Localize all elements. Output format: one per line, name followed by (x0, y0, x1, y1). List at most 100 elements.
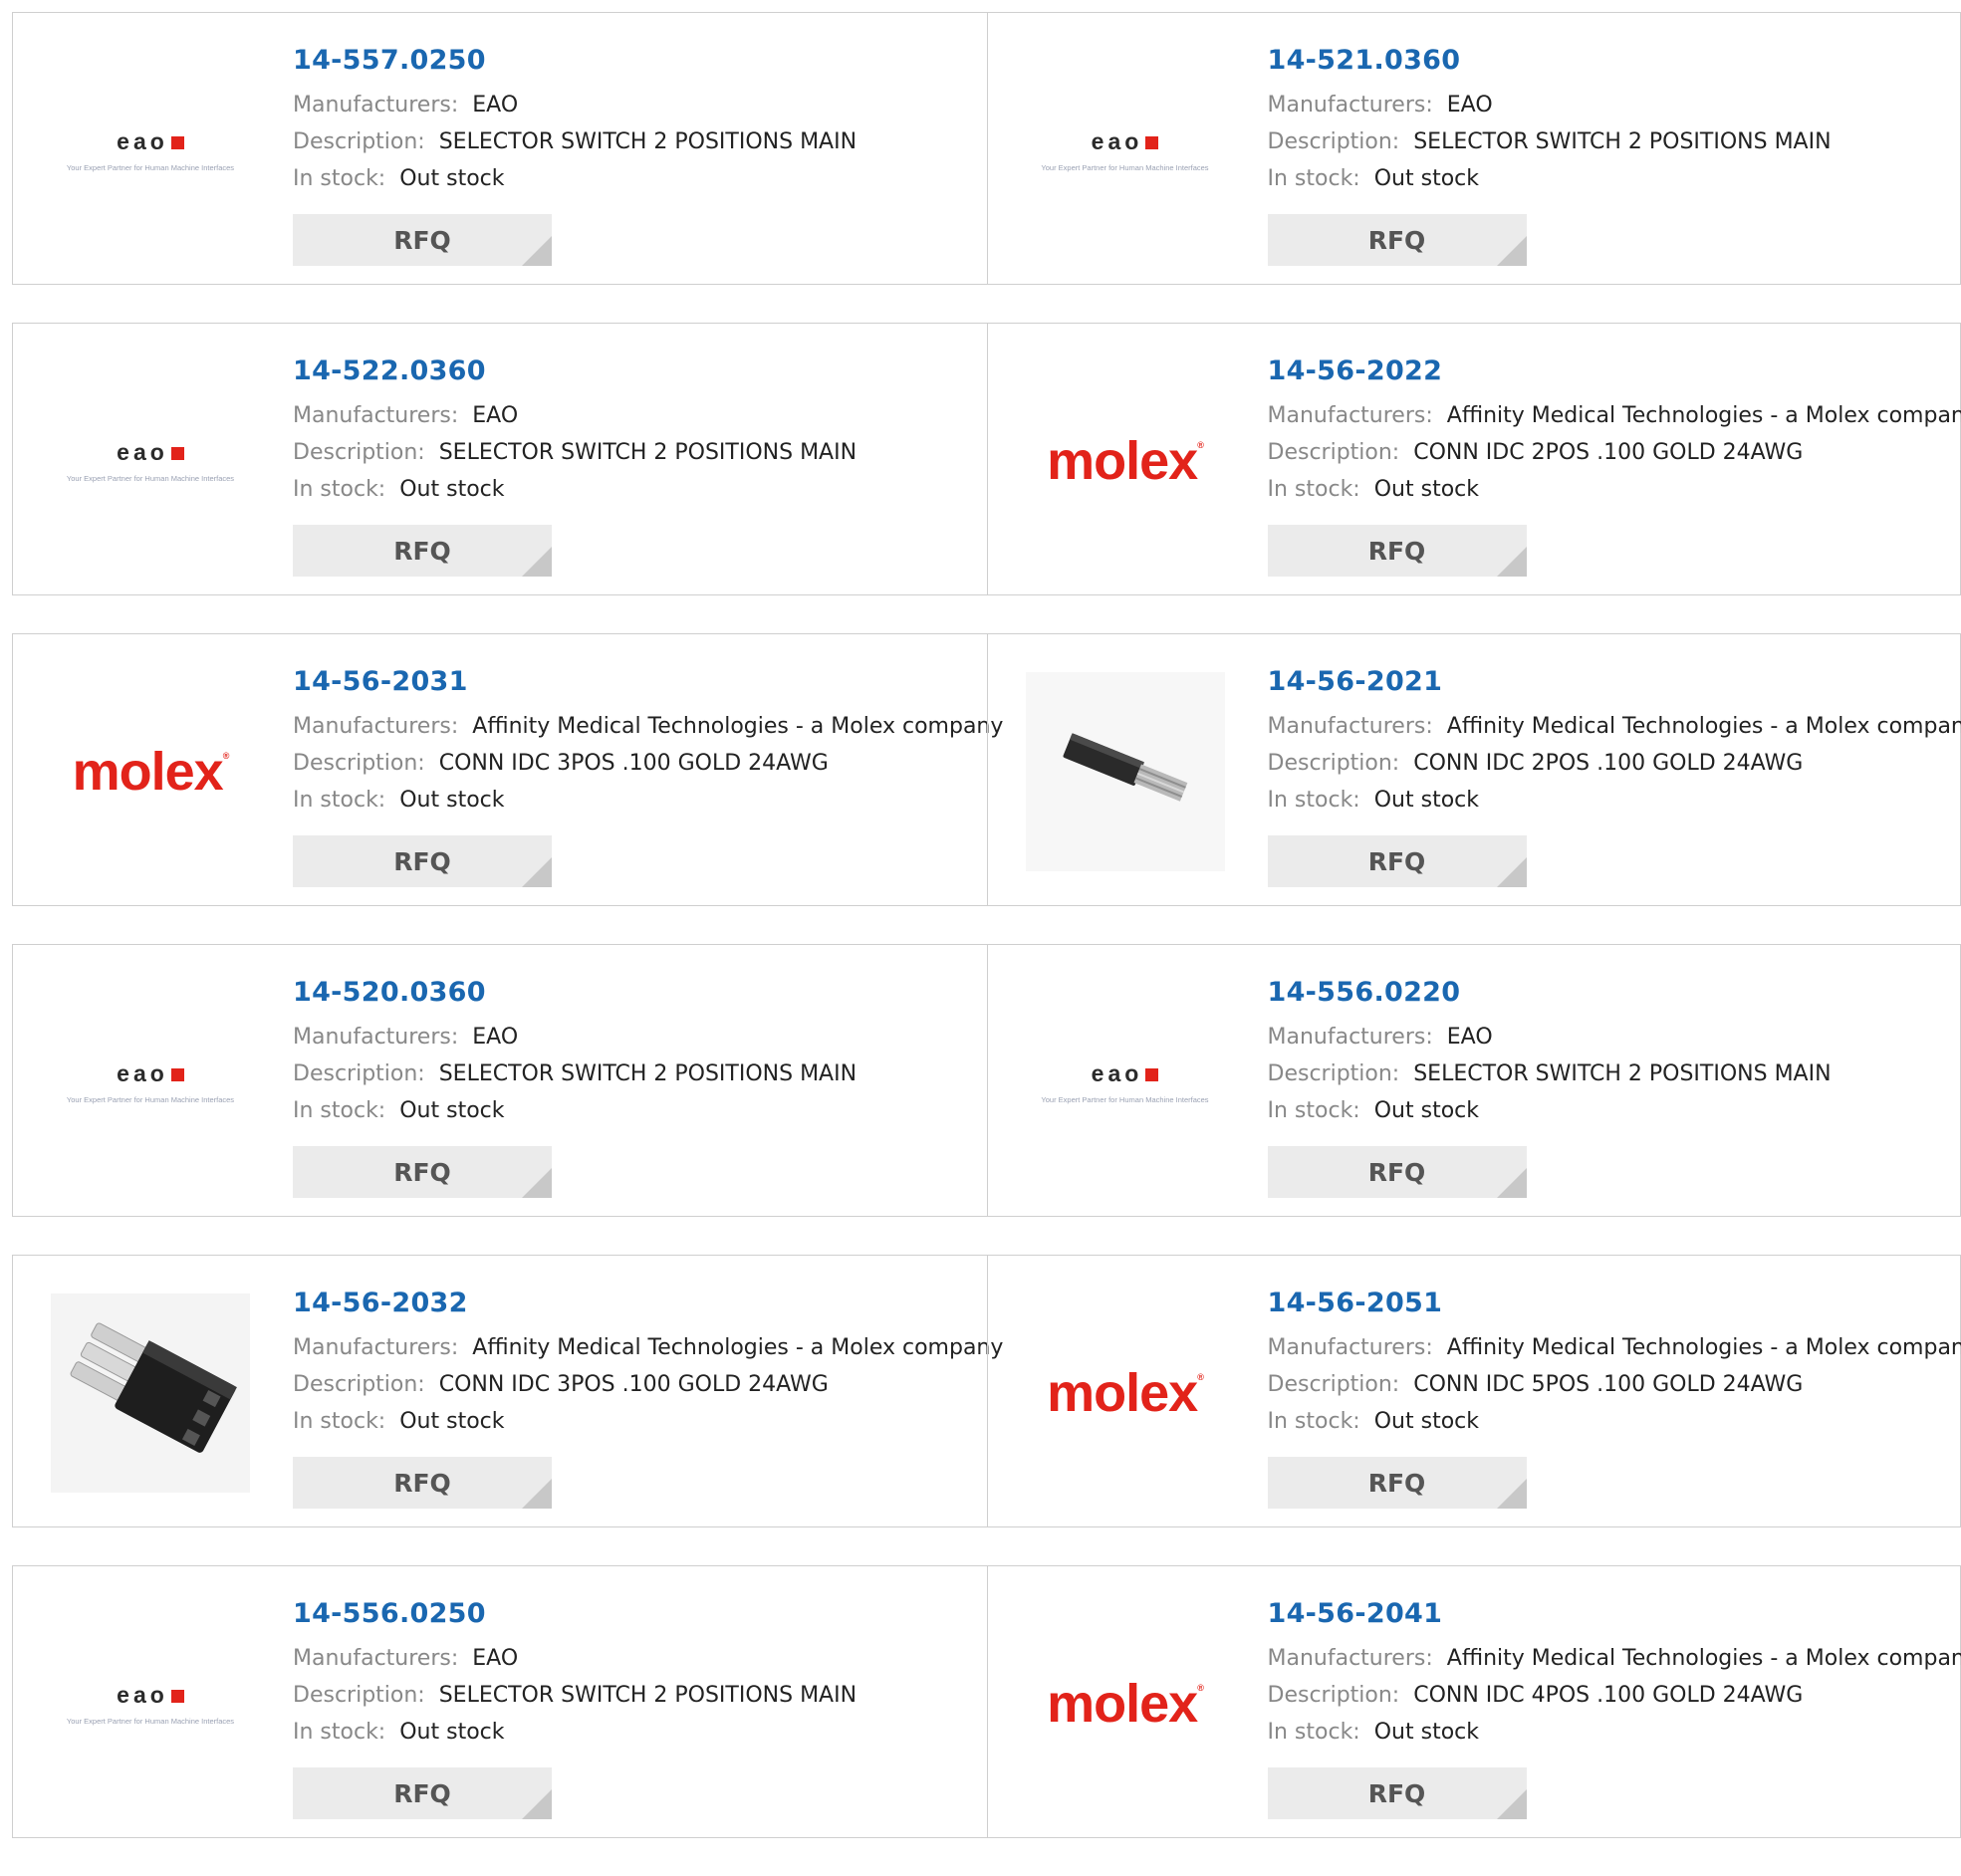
description-label: Description: (293, 129, 425, 154)
description-label: Description: (293, 1061, 425, 1086)
manufacturer-value: EAO (1446, 93, 1493, 117)
corner-triangle-icon (1496, 857, 1527, 887)
eao-logo-tagline: Your Expert Partner for Human Machine In… (66, 163, 235, 172)
description-value: CONN IDC 2POS .100 GOLD 24AWG (1413, 751, 1804, 776)
product-image[interactable]: molex® (1026, 1293, 1225, 1493)
stock-value: Out stock (1373, 1409, 1479, 1434)
product-card: 14-56-2032 Manufacturers: Affinity Medical… (13, 1256, 1003, 1526)
product-image[interactable]: eao Your Expert Partner for Human Machin… (1026, 983, 1225, 1182)
manufacturer-label: Manufacturers: (293, 1646, 459, 1671)
stock-label: In stock: (1267, 166, 1360, 191)
eao-logo: eao Your Expert Partner for Human Machin… (67, 128, 234, 172)
rfq-button[interactable]: RFQ (293, 525, 552, 577)
part-number-link[interactable]: 14-56-2032 (293, 1286, 987, 1321)
product-image[interactable]: eao Your Expert Partner for Human Machin… (1026, 51, 1225, 250)
rfq-button[interactable]: RFQ (293, 214, 552, 266)
corner-triangle-icon (522, 1789, 552, 1819)
rfq-button[interactable]: RFQ (1267, 1767, 1527, 1819)
stock-label: In stock: (293, 788, 386, 813)
rfq-button-label: RFQ (393, 537, 451, 566)
rfq-button[interactable]: RFQ (1267, 214, 1527, 266)
product-image[interactable]: eao Your Expert Partner for Human Machin… (51, 983, 250, 1182)
rfq-button[interactable]: RFQ (293, 1146, 552, 1198)
manufacturer-line: Manufacturers: EAO (1268, 87, 1961, 123)
rfq-button-label: RFQ (1367, 847, 1426, 876)
description-label: Description: (293, 1372, 425, 1397)
product-row: eao Your Expert Partner for Human Machin… (12, 944, 1961, 1217)
product-info: 14-56-2031 Manufacturers: Affinity Medical… (293, 664, 1003, 887)
part-number-link[interactable]: 14-56-2021 (1268, 664, 1961, 700)
product-image[interactable] (1025, 672, 1225, 871)
rfq-button-label: RFQ (393, 1469, 451, 1498)
product-info: 14-56-2021 Manufacturers: Affinity Medical… (1267, 664, 1961, 887)
rfq-button[interactable]: RFQ (1267, 835, 1527, 887)
stock-line: In stock: Out stock (1268, 160, 1961, 197)
eao-logo-word: eao (117, 439, 168, 465)
product-image[interactable]: molex® (51, 672, 250, 871)
rfq-button[interactable]: RFQ (293, 1457, 552, 1509)
rfq-button[interactable]: RFQ (293, 1767, 552, 1819)
part-number-link[interactable]: 14-56-2022 (1268, 353, 1961, 389)
part-number-link[interactable]: 14-56-2051 (1268, 1286, 1961, 1321)
rfq-button[interactable]: RFQ (1267, 1457, 1527, 1509)
manufacturer-label: Manufacturers: (1267, 93, 1433, 117)
eao-logo-word: eao (1091, 128, 1143, 154)
part-number-link[interactable]: 14-522.0360 (293, 353, 987, 389)
product-row: eao Your Expert Partner for Human Machin… (12, 12, 1961, 285)
product-image[interactable]: molex® (1026, 361, 1225, 561)
manufacturer-label: Manufacturers: (293, 714, 459, 739)
product-image[interactable]: eao Your Expert Partner for Human Machin… (51, 51, 250, 250)
corner-triangle-icon (522, 1479, 552, 1509)
product-image[interactable] (51, 1293, 250, 1493)
eao-logo-word: eao (117, 1060, 168, 1086)
product-image[interactable]: molex® (1026, 1604, 1225, 1803)
part-number-link[interactable]: 14-556.0220 (1268, 975, 1961, 1011)
manufacturer-label: Manufacturers: (293, 403, 459, 428)
rfq-button[interactable]: RFQ (293, 835, 552, 887)
manufacturer-line: Manufacturers: Affinity Medical Technolog… (1268, 1640, 1961, 1677)
product-row: 14-56-2032 Manufacturers: Affinity Medical… (12, 1255, 1961, 1527)
rfq-button-label: RFQ (1367, 1158, 1426, 1187)
corner-triangle-icon (1496, 1168, 1527, 1198)
eao-logo: eao Your Expert Partner for Human Machin… (1041, 128, 1208, 172)
description-value: CONN IDC 2POS .100 GOLD 24AWG (1413, 440, 1804, 465)
rfq-button-label: RFQ (393, 1158, 451, 1187)
molex-logo-word: molex (1047, 1674, 1198, 1734)
eao-logo-tagline: Your Expert Partner for Human Machine In… (66, 474, 235, 483)
eao-logo-square (170, 1690, 184, 1703)
product-row: eao Your Expert Partner for Human Machin… (12, 323, 1961, 595)
stock-label: In stock: (1267, 788, 1360, 813)
registered-mark: ® (222, 751, 230, 761)
corner-triangle-icon (522, 857, 552, 887)
product-card: eao Your Expert Partner for Human Machin… (13, 1566, 987, 1837)
product-info: 14-522.0360 Manufacturers: EAO Description:… (293, 353, 987, 577)
part-number-link[interactable]: 14-56-2031 (293, 664, 987, 700)
stock-value: Out stock (399, 1409, 505, 1434)
product-row: molex® 14-56-2031 Manufacturers: Affinity … (12, 633, 1961, 906)
part-number-link[interactable]: 14-56-2041 (1268, 1596, 1961, 1632)
part-number-link[interactable]: 14-521.0360 (1268, 43, 1961, 79)
description-value: SELECTOR SWITCH 2 POSITIONS MAIN (438, 440, 858, 465)
part-number-link[interactable]: 14-557.0250 (293, 43, 987, 79)
rfq-button-label: RFQ (1367, 1469, 1426, 1498)
stock-value: Out stock (399, 166, 505, 191)
description-line: Description: SELECTOR SWITCH 2 POSITIONS … (293, 123, 987, 160)
product-image[interactable]: eao Your Expert Partner for Human Machin… (51, 361, 250, 561)
description-label: Description: (293, 440, 425, 465)
product-card: molex® 14-56-2041 Manufacturers: Affinity … (986, 1566, 1961, 1837)
eao-logo-word: eao (117, 128, 168, 154)
description-label: Description: (293, 751, 425, 776)
molex-logo-word: molex (72, 742, 224, 802)
rfq-button[interactable]: RFQ (1267, 525, 1527, 577)
manufacturer-value: Affinity Medical Technologies - a Molex … (1446, 403, 1961, 428)
product-image[interactable]: eao Your Expert Partner for Human Machin… (51, 1604, 250, 1803)
part-number-link[interactable]: 14-556.0250 (293, 1596, 987, 1632)
eao-logo-square (170, 1068, 184, 1081)
product-info: 14-556.0250 Manufacturers: EAO Description:… (293, 1596, 987, 1819)
description-value: CONN IDC 4POS .100 GOLD 24AWG (1413, 1683, 1804, 1708)
description-value: SELECTOR SWITCH 2 POSITIONS MAIN (438, 129, 858, 154)
rfq-button[interactable]: RFQ (1267, 1146, 1527, 1198)
part-number-link[interactable]: 14-520.0360 (293, 975, 987, 1011)
stock-value: Out stock (1373, 788, 1479, 813)
manufacturer-value: EAO (472, 403, 519, 428)
